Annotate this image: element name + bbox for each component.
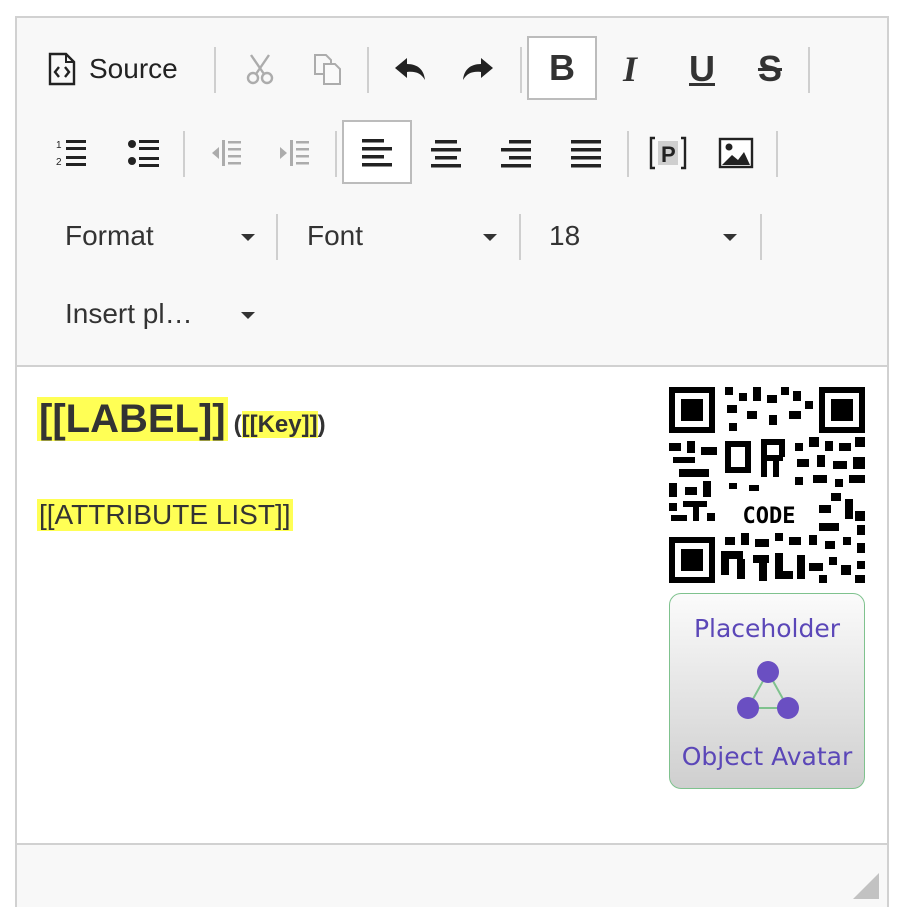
font-size-value: 18: [549, 220, 581, 251]
avatar-text-placeholder: Placeholder: [693, 614, 841, 643]
image-icon: [718, 137, 754, 169]
toolbar-separator: [367, 47, 369, 93]
chevron-down-icon: [241, 312, 255, 319]
redo-button[interactable]: [453, 38, 503, 100]
strikethrough-icon: S: [757, 48, 782, 89]
font-size-dropdown[interactable]: 18: [549, 210, 737, 262]
chevron-down-icon: [723, 234, 737, 241]
align-center-icon: [431, 140, 461, 168]
decrease-indent-icon: [212, 140, 241, 166]
justify-icon: [571, 140, 601, 168]
format-dropdown[interactable]: Format: [65, 210, 255, 262]
toolbar-separator: [776, 131, 778, 177]
underline-button[interactable]: U: [677, 38, 727, 100]
numbered-list-icon: 1 2: [56, 140, 86, 168]
resize-handle-icon[interactable]: [853, 873, 879, 899]
align-center-button[interactable]: [421, 122, 471, 184]
editor-content[interactable]: [[LABEL]] ([[Key]]) [[ATTRIBUTE LIST]] C…: [17, 367, 887, 843]
underline-icon: U: [689, 48, 715, 89]
toolbar-separator: [627, 131, 629, 177]
cut-button[interactable]: [235, 38, 285, 100]
label-line: [[LABEL]] ([[Key]]): [37, 397, 326, 442]
insert-placeholder-label: Insert pl…: [65, 298, 193, 329]
rich-text-editor: Source B I U S 1 2 P Format Font 18 Inse…: [15, 16, 889, 907]
numbered-list-button[interactable]: 1 2: [47, 122, 97, 184]
chevron-down-icon: [483, 234, 497, 241]
insert-placeholder-dropdown[interactable]: Insert pl…: [65, 288, 255, 340]
avatar-text-object-avatar: Object Avatar: [681, 742, 853, 771]
editor-status-bar: [17, 843, 887, 907]
source-icon: [48, 52, 76, 86]
chevron-down-icon: [241, 234, 255, 241]
toolbar-separator: [214, 47, 216, 93]
object-avatar-image[interactable]: Placeholder Object Avatar: [669, 593, 865, 789]
svg-text:1: 1: [56, 140, 62, 151]
undo-button[interactable]: [385, 38, 435, 100]
format-dropdown-label: Format: [65, 220, 154, 251]
key-placeholder: [[Key]]: [241, 411, 318, 438]
attribute-list-placeholder: [[ATTRIBUTE LIST]]: [37, 499, 293, 531]
toolbar-separator: [520, 47, 522, 93]
justify-button[interactable]: [561, 122, 611, 184]
font-dropdown[interactable]: Font: [307, 210, 497, 262]
label-placeholder: [[LABEL]]: [37, 397, 228, 441]
image-button[interactable]: [711, 122, 761, 184]
source-button[interactable]: Source: [47, 38, 178, 100]
bulleted-list-icon: [128, 140, 159, 167]
bulleted-list-button[interactable]: [119, 122, 169, 184]
decrease-indent-button[interactable]: [201, 122, 251, 184]
bold-button[interactable]: B: [527, 36, 597, 100]
toolbar-separator: [519, 214, 521, 260]
italic-button[interactable]: I: [605, 38, 655, 100]
key-placeholder-group: ([[Key]]): [234, 411, 326, 438]
copy-button[interactable]: [303, 38, 353, 100]
qr-code-text: CODE: [743, 504, 796, 529]
svg-text:P: P: [661, 142, 676, 167]
font-dropdown-label: Font: [307, 220, 364, 251]
toolbar-separator: [808, 47, 810, 93]
editor-toolbar: Source B I U S 1 2 P Format Font 18 Inse…: [17, 18, 887, 367]
align-right-button[interactable]: [491, 122, 541, 184]
qr-code-image[interactable]: CODE: [669, 387, 865, 583]
bold-icon: B: [549, 47, 575, 88]
redo-icon: [463, 58, 493, 80]
key-open-paren: (: [233, 411, 242, 438]
align-left-button[interactable]: [342, 120, 412, 184]
source-label: Source: [89, 53, 178, 84]
toolbar-separator: [760, 214, 762, 260]
cut-icon: [246, 54, 274, 85]
undo-icon: [395, 58, 425, 80]
graph-nodes-icon: [737, 661, 799, 719]
italic-icon: I: [622, 49, 637, 89]
align-left-icon: [362, 139, 392, 167]
placeholder-button[interactable]: P: [643, 122, 693, 184]
increase-indent-icon: [280, 140, 309, 166]
increase-indent-button[interactable]: [269, 122, 319, 184]
toolbar-separator: [183, 131, 185, 177]
copy-icon: [314, 54, 341, 85]
svg-text:2: 2: [56, 157, 62, 168]
strikethrough-button[interactable]: S: [745, 38, 795, 100]
toolbar-separator: [276, 214, 278, 260]
key-close-paren: ): [317, 411, 326, 438]
placeholder-icon: P: [649, 136, 687, 170]
align-right-icon: [501, 140, 531, 168]
toolbar-separator: [335, 131, 337, 177]
